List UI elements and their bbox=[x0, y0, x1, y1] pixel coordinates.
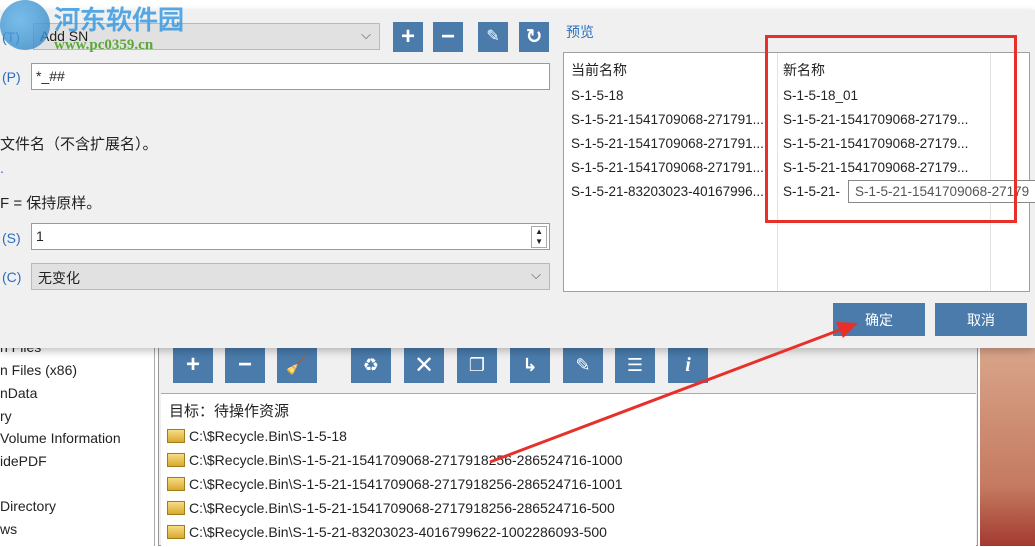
red-arrow-annotation bbox=[489, 322, 858, 464]
